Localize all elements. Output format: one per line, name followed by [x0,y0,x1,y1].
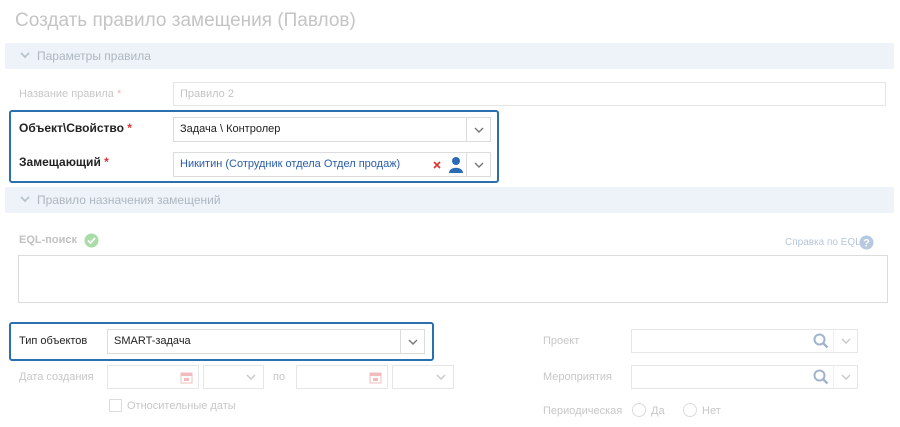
event-select[interactable] [631,365,858,389]
check-circle-icon [84,233,99,248]
eql-help-link[interactable]: Справка по EQL [785,237,861,248]
created-date-from-time-select[interactable] [203,365,264,389]
rule-name-label-text: Название правила [19,88,114,100]
search-icon [813,333,829,349]
rule-name-input[interactable]: Правило 2 [173,82,886,106]
eql-textarea[interactable] [18,255,888,303]
substitute-select[interactable]: Никитин (Сотрудник отдела Отдел продаж) [173,152,491,177]
substitute-dropdown-button[interactable] [466,153,490,176]
substitute-value: Никитин (Сотрудник отдела Отдел продаж) [180,158,401,170]
section-header-assignment[interactable]: Правило назначения замещений [5,187,894,213]
project-dropdown-button[interactable] [833,330,857,352]
user-icon[interactable] [448,156,464,173]
project-search-button[interactable] [809,330,833,352]
chevron-down-icon [20,196,30,203]
substitute-label-text: Замещающий [19,155,101,169]
search-icon [813,369,829,385]
chevron-down-icon [841,338,850,344]
object-property-value: Задача \ Контролер [180,123,281,135]
project-label: Проект [543,335,580,347]
periodic-no-radio[interactable] [683,403,697,417]
rule-name-value: Правило 2 [180,88,234,100]
created-date-from-input[interactable] [107,365,199,389]
required-mark: * [127,121,132,135]
periodic-label: Периодическая [543,405,623,417]
object-type-dropdown-button[interactable] [400,330,424,353]
object-property-label-text: Объект\Свойство [19,121,124,135]
calendar-icon[interactable] [369,371,382,384]
eql-search-label: EQL-поиск [19,234,78,246]
chevron-down-icon [20,52,30,59]
created-date-label: Дата создания [19,371,94,383]
time-dropdown-button[interactable] [239,366,263,388]
required-mark: * [117,88,122,100]
chevron-down-icon [474,127,483,133]
event-label: Мероприятия [543,371,612,383]
event-dropdown-button[interactable] [833,366,857,388]
substitute-label: Замещающий * [19,155,109,169]
object-type-select[interactable]: SMART-задача [107,329,425,354]
object-property-label: Объект\Свойство * [19,121,132,135]
clear-icon[interactable] [432,160,442,170]
required-mark: * [104,155,109,169]
page-title: Создать правило замещения (Павлов) [15,10,356,31]
chevron-down-icon [436,374,446,380]
calendar-icon[interactable] [180,371,193,384]
periodic-no-label: Нет [702,405,721,417]
chevron-down-icon [408,339,417,345]
date-to-label: по [273,371,286,383]
object-property-dropdown-button[interactable] [466,118,490,141]
section-header-label: Параметры правила [37,49,151,63]
relative-dates-checkbox[interactable] [109,399,122,412]
object-property-select[interactable]: Задача \ Контролер [173,117,491,142]
periodic-yes-label: Да [651,405,665,417]
created-date-to-input[interactable] [296,365,388,389]
svg-text:?: ? [863,238,870,250]
event-search-button[interactable] [809,366,833,388]
relative-dates-label: Относительные даты [127,400,236,412]
project-select[interactable] [631,329,858,353]
chevron-down-icon [841,374,850,380]
help-icon[interactable]: ? [859,235,874,250]
rule-name-label: Название правила * [19,88,121,100]
time-dropdown-button[interactable] [429,366,453,388]
chevron-down-icon [246,374,256,380]
section-header-rule-params[interactable]: Параметры правила [5,43,894,69]
periodic-yes-radio[interactable] [632,403,646,417]
section-header-label: Правило назначения замещений [37,193,221,207]
created-date-to-time-select[interactable] [392,365,454,389]
object-type-label: Тип объектов [19,335,88,347]
object-type-value: SMART-задача [114,335,191,347]
chevron-down-icon [474,162,483,168]
